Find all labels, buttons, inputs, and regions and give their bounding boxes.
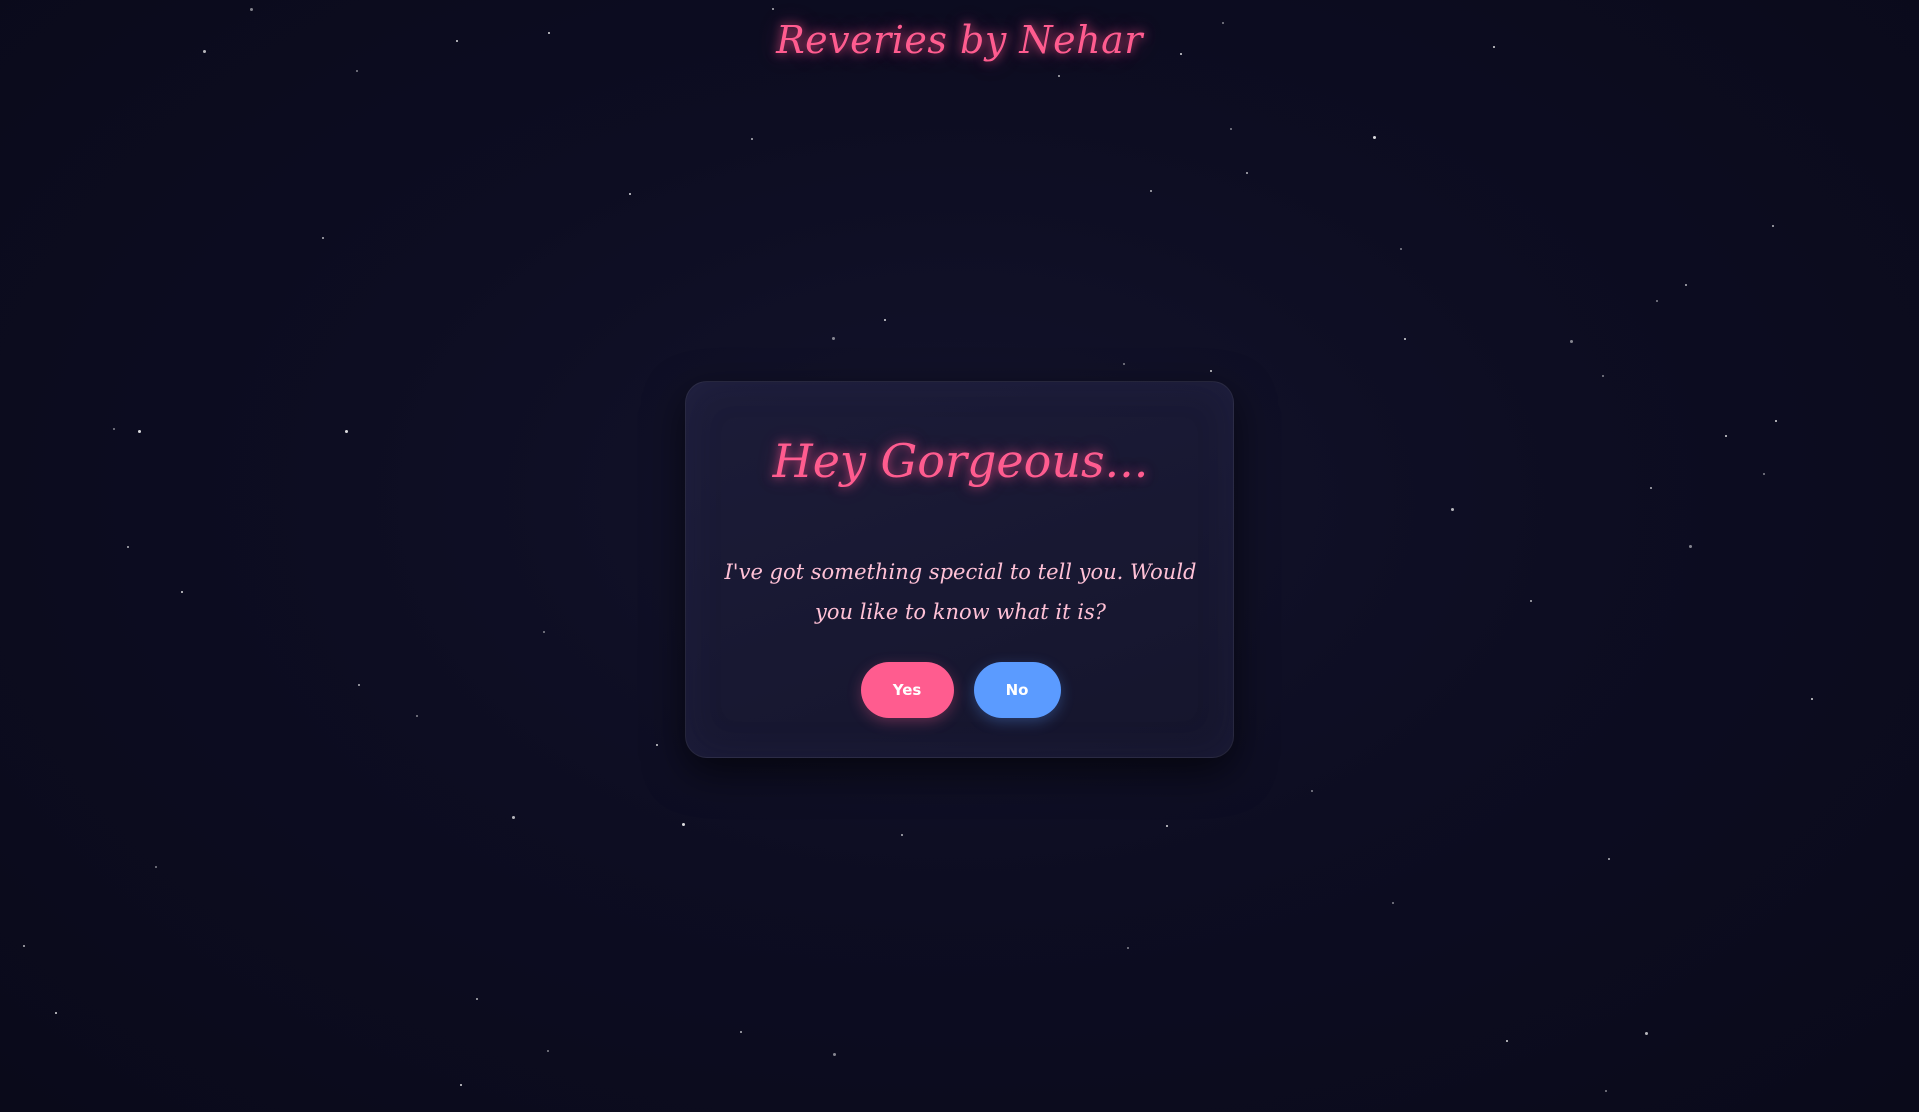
star [1605, 1090, 1607, 1092]
star [1166, 825, 1168, 827]
star [1608, 858, 1610, 860]
star [512, 816, 515, 819]
star [629, 193, 631, 195]
star [1645, 1032, 1648, 1035]
star [833, 1053, 836, 1056]
star [1058, 75, 1060, 77]
star [1570, 340, 1573, 343]
star [250, 8, 253, 11]
star [1373, 136, 1376, 139]
star [901, 834, 903, 836]
star [127, 546, 129, 548]
star [1150, 190, 1152, 192]
star [322, 237, 324, 239]
star [1656, 300, 1658, 302]
star [416, 715, 418, 717]
star [138, 430, 141, 433]
star [1506, 1040, 1508, 1042]
no-button[interactable]: No [973, 662, 1061, 718]
yes-button[interactable]: Yes [860, 662, 954, 718]
star [23, 945, 25, 947]
star [740, 1031, 742, 1033]
star [1400, 248, 1402, 250]
star [113, 428, 115, 430]
star [1763, 473, 1765, 475]
star [1210, 370, 1212, 372]
star [543, 631, 545, 633]
star [1650, 487, 1652, 489]
star [1772, 225, 1774, 227]
star [1404, 338, 1406, 340]
star [1775, 420, 1777, 422]
star [682, 823, 685, 826]
star [181, 591, 183, 593]
star [1392, 902, 1394, 904]
star [1689, 545, 1692, 548]
star [1602, 375, 1604, 377]
dialog-message: I've got something special to tell you. … [724, 560, 1197, 624]
star [1685, 284, 1687, 286]
dialog-title: Hey Gorgeous... [772, 434, 1149, 488]
star [884, 319, 886, 321]
star [476, 998, 478, 1000]
greeting-dialog: Hey Gorgeous... I've got something speci… [685, 381, 1234, 758]
star [656, 744, 658, 746]
star [1246, 172, 1248, 174]
star [1311, 790, 1313, 792]
star [155, 866, 157, 868]
star [1725, 435, 1727, 437]
brand-title: Reveries by Nehar [776, 18, 1143, 62]
star [547, 1050, 549, 1052]
star [460, 1084, 462, 1086]
star [1811, 698, 1813, 700]
star [55, 1012, 57, 1014]
star [832, 337, 835, 340]
star [1530, 600, 1532, 602]
star [751, 138, 753, 140]
star [1451, 508, 1454, 511]
star [1127, 947, 1129, 949]
star [358, 684, 360, 686]
star [1230, 128, 1232, 130]
star [772, 8, 774, 10]
star [356, 70, 358, 72]
star [1123, 363, 1125, 365]
dialog-actions: Yes No [686, 662, 1235, 718]
star [345, 430, 348, 433]
